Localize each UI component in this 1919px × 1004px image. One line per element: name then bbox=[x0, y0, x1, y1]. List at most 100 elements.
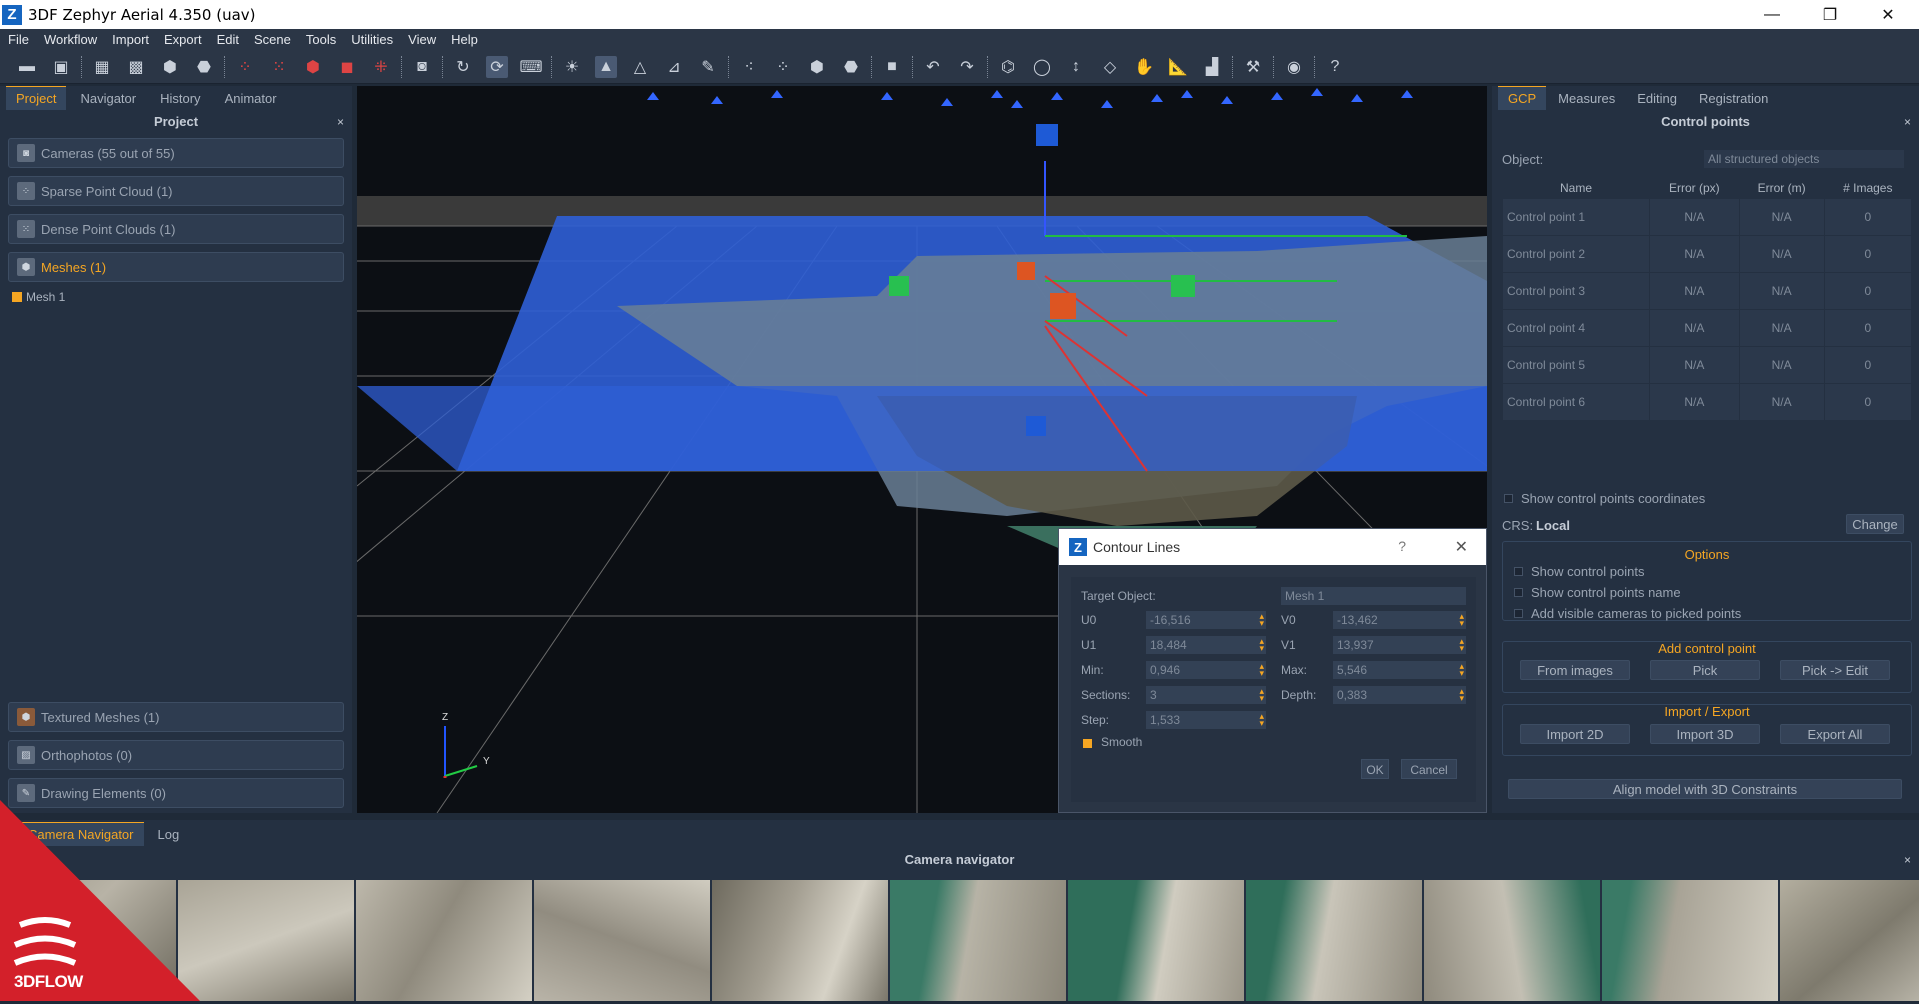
smooth-checkbox[interactable] bbox=[1083, 739, 1092, 748]
select-points2-icon[interactable]: ⁘ bbox=[772, 56, 794, 78]
spin-icon[interactable]: ▴ ▾ bbox=[1259, 637, 1264, 653]
v1-field[interactable]: 13,937 ▴ ▾ bbox=[1333, 636, 1466, 654]
textured-view-icon[interactable]: ⬣ bbox=[193, 56, 215, 78]
control-point-marker[interactable] bbox=[1026, 416, 1046, 436]
rotate-icon[interactable]: ⟳ bbox=[486, 55, 508, 78]
menu-utilities[interactable]: Utilities bbox=[351, 32, 393, 47]
cancel-button[interactable]: Cancel bbox=[1401, 759, 1457, 779]
select-mesh2-icon[interactable]: ⬣ bbox=[840, 56, 862, 78]
hand-icon[interactable]: ✋ bbox=[1133, 56, 1155, 78]
panel-close-icon[interactable]: × bbox=[1904, 110, 1911, 134]
change-crs-button[interactable]: Change bbox=[1846, 514, 1904, 534]
camera-thumbnail[interactable] bbox=[1780, 880, 1919, 1001]
panel-close-icon[interactable]: × bbox=[1904, 848, 1911, 872]
export-all-button[interactable]: Export All bbox=[1780, 724, 1890, 744]
camera-thumbnail[interactable] bbox=[534, 880, 710, 1001]
sparse-view-icon[interactable]: ▦ bbox=[91, 56, 113, 78]
spin-icon[interactable]: ▴ ▾ bbox=[1259, 612, 1264, 628]
dense-view-icon[interactable]: ▩ bbox=[125, 56, 147, 78]
tab-gcp[interactable]: GCP bbox=[1498, 86, 1547, 110]
camera-thumbnail[interactable] bbox=[1424, 880, 1600, 1001]
show-control-points-checkbox[interactable]: Show control points bbox=[1514, 564, 1644, 579]
step-field[interactable]: 1,533 ▴ ▾ bbox=[1146, 711, 1266, 729]
table-row[interactable]: Control point 1 N/A N/A 0 bbox=[1502, 197, 1913, 236]
points-red2-icon[interactable]: ⁙ bbox=[268, 56, 290, 78]
vr-icon[interactable]: ◉ bbox=[1283, 56, 1305, 78]
light-icon[interactable]: ☀ bbox=[561, 56, 583, 78]
pick-edit-button[interactable]: Pick -> Edit bbox=[1780, 660, 1890, 680]
menu-view[interactable]: View bbox=[408, 32, 436, 47]
control-point-marker[interactable] bbox=[1017, 262, 1035, 280]
sections-field[interactable]: 3 ▴ ▾ bbox=[1146, 686, 1266, 704]
from-images-button[interactable]: From images bbox=[1520, 660, 1630, 680]
wrench-icon[interactable]: ⚒ bbox=[1242, 56, 1264, 78]
orbit-icon[interactable]: ↻ bbox=[452, 56, 474, 78]
spin-icon[interactable]: ▴ ▾ bbox=[1459, 612, 1464, 628]
tab-project[interactable]: Project bbox=[6, 86, 67, 110]
min-field[interactable]: 0,946 ▴ ▾ bbox=[1146, 661, 1266, 679]
measure-height-icon[interactable]: ↕ bbox=[1065, 56, 1087, 78]
ok-button[interactable]: OK bbox=[1361, 759, 1389, 779]
minimize-button[interactable]: — bbox=[1743, 0, 1801, 29]
control-point-marker[interactable] bbox=[1050, 293, 1076, 319]
v0-field[interactable]: -13,462 ▴ ▾ bbox=[1333, 611, 1466, 629]
control-point-marker[interactable] bbox=[1036, 124, 1058, 146]
col-name[interactable]: Name bbox=[1503, 178, 1650, 198]
wall-icon[interactable]: ▟ bbox=[1201, 56, 1223, 78]
undo-icon[interactable]: ↶ bbox=[922, 56, 944, 78]
col-error-px[interactable]: Error (px) bbox=[1649, 178, 1739, 198]
restore-button[interactable]: ❐ bbox=[1801, 0, 1859, 29]
control-point-marker[interactable] bbox=[1171, 275, 1195, 297]
circle-select-icon[interactable]: ◯ bbox=[1031, 56, 1053, 78]
select-mesh-icon[interactable]: ⬢ bbox=[806, 56, 828, 78]
save-project-icon[interactable]: ▣ bbox=[50, 56, 72, 78]
select-points-icon[interactable]: ⁖ bbox=[738, 56, 760, 78]
object-select[interactable]: All structured objects bbox=[1704, 150, 1904, 168]
camera-thumbnail[interactable] bbox=[1246, 880, 1422, 1001]
project-item-cameras[interactable]: ◙ Cameras (55 out of 55) bbox=[8, 138, 344, 168]
help-icon[interactable]: ? bbox=[1398, 538, 1406, 554]
camera-thumbnail[interactable] bbox=[178, 880, 354, 1001]
menu-tools[interactable]: Tools bbox=[306, 32, 336, 47]
menu-workflow[interactable]: Workflow bbox=[44, 32, 97, 47]
project-item-orthophotos[interactable]: ▨ Orthophotos (0) bbox=[8, 740, 344, 770]
col-error-m[interactable]: Error (m) bbox=[1739, 178, 1824, 198]
tab-registration[interactable]: Registration bbox=[1689, 87, 1778, 110]
u1-field[interactable]: 18,484 ▴ ▾ bbox=[1146, 636, 1266, 654]
control-point-marker[interactable] bbox=[889, 276, 909, 296]
u0-field[interactable]: -16,516 ▴ ▾ bbox=[1146, 611, 1266, 629]
table-row[interactable]: Control point 5 N/A N/A 0 bbox=[1502, 345, 1913, 384]
points-red3-icon[interactable]: ⁜ bbox=[370, 56, 392, 78]
show-names-checkbox[interactable]: Show control points name bbox=[1514, 585, 1681, 600]
menu-import[interactable]: Import bbox=[112, 32, 149, 47]
menu-edit[interactable]: Edit bbox=[217, 32, 239, 47]
project-item-meshes[interactable]: ⬢ Meshes (1) bbox=[8, 252, 344, 282]
spin-icon[interactable]: ▴ ▾ bbox=[1259, 712, 1264, 728]
camera-thumbnail[interactable] bbox=[890, 880, 1066, 1001]
col-images[interactable]: # Images bbox=[1824, 178, 1911, 198]
camera-thumbnail[interactable] bbox=[1068, 880, 1244, 1001]
mesh-red-icon[interactable]: ⬢ bbox=[302, 56, 324, 78]
visibility-checkbox[interactable] bbox=[12, 292, 22, 302]
points-red-icon[interactable]: ⁘ bbox=[234, 56, 256, 78]
table-row[interactable]: Control point 4 N/A N/A 0 bbox=[1502, 308, 1913, 347]
camera-cone3-icon[interactable]: ⊿ bbox=[663, 56, 685, 78]
import-2d-button[interactable]: Import 2D bbox=[1520, 724, 1630, 744]
tab-history[interactable]: History bbox=[150, 87, 210, 110]
table-row[interactable]: Control point 3 N/A N/A 0 bbox=[1502, 271, 1913, 310]
show-coords-checkbox[interactable]: Show control points coordinates bbox=[1504, 491, 1705, 506]
help-icon[interactable]: ? bbox=[1324, 56, 1346, 78]
close-icon[interactable]: ✕ bbox=[1455, 537, 1468, 557]
wasd-icon[interactable]: ⌨ bbox=[519, 56, 542, 78]
table-row[interactable]: Control point 6 N/A N/A 0 bbox=[1502, 382, 1913, 421]
camera-icon[interactable]: ◙ bbox=[411, 56, 433, 78]
plane-icon[interactable]: ◇ bbox=[1099, 56, 1121, 78]
spin-icon[interactable]: ▴ ▾ bbox=[1459, 687, 1464, 703]
tab-editing[interactable]: Editing bbox=[1627, 87, 1687, 110]
mesh-view-icon[interactable]: ⬢ bbox=[159, 56, 181, 78]
panel-close-icon[interactable]: × bbox=[337, 110, 344, 134]
spin-icon[interactable]: ▴ ▾ bbox=[1459, 662, 1464, 678]
import-3d-button[interactable]: Import 3D bbox=[1650, 724, 1760, 744]
close-window-button[interactable]: ✕ bbox=[1859, 0, 1917, 29]
new-project-icon[interactable]: ▬ bbox=[16, 56, 38, 78]
